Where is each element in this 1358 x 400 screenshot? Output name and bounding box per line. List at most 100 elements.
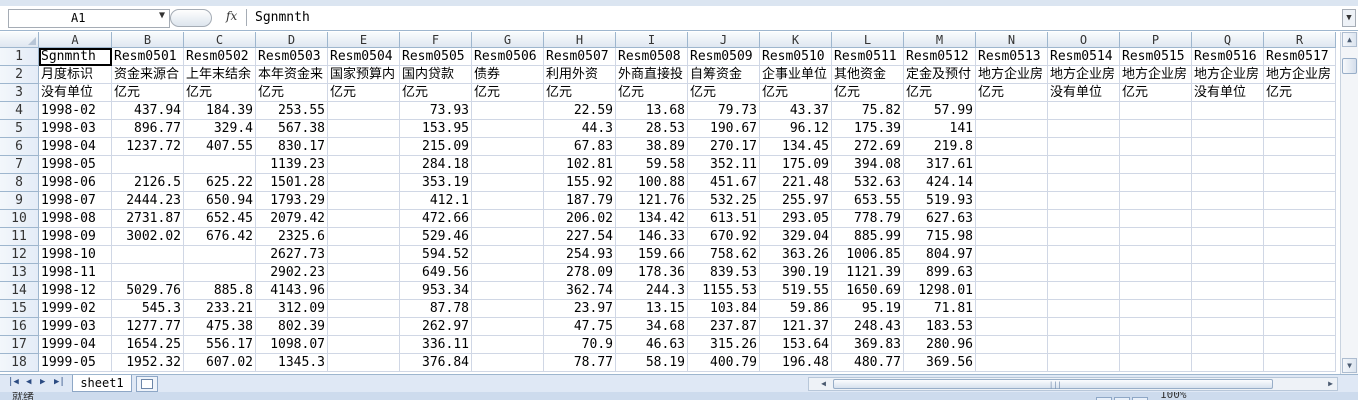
chevron-down-icon[interactable]: ▼ (159, 10, 165, 21)
table-cell[interactable]: 1952.32 (112, 354, 184, 372)
table-cell[interactable] (1120, 300, 1192, 318)
table-cell[interactable]: 627.63 (904, 210, 976, 228)
table-cell[interactable] (1264, 192, 1336, 210)
table-cell[interactable] (472, 246, 544, 264)
table-cell[interactable]: 本年资金来 (256, 66, 328, 84)
table-cell[interactable]: 1998-08 (39, 210, 112, 228)
select-all-corner[interactable] (0, 32, 39, 48)
table-cell[interactable]: 153.95 (400, 120, 472, 138)
insert-sheet-icon[interactable] (136, 376, 158, 392)
table-cell[interactable] (1264, 138, 1336, 156)
table-cell[interactable] (1120, 192, 1192, 210)
table-cell[interactable] (1192, 138, 1264, 156)
table-cell[interactable] (1048, 120, 1120, 138)
table-cell[interactable] (976, 318, 1048, 336)
table-cell[interactable]: 亿元 (472, 84, 544, 102)
table-cell[interactable]: 134.42 (616, 210, 688, 228)
table-cell[interactable] (472, 156, 544, 174)
table-cell[interactable] (1048, 210, 1120, 228)
table-cell[interactable] (328, 138, 400, 156)
table-cell[interactable] (1048, 282, 1120, 300)
table-cell[interactable] (1120, 138, 1192, 156)
table-cell[interactable] (1192, 228, 1264, 246)
table-cell[interactable]: 73.93 (400, 102, 472, 120)
table-cell[interactable] (112, 264, 184, 282)
table-cell[interactable]: 376.84 (400, 354, 472, 372)
table-cell[interactable]: 亿元 (688, 84, 760, 102)
table-cell[interactable]: 1277.77 (112, 318, 184, 336)
table-cell[interactable]: 38.89 (616, 138, 688, 156)
table-cell[interactable]: 地方企业房 (1264, 66, 1336, 84)
table-cell[interactable]: 亿元 (1264, 84, 1336, 102)
table-cell[interactable]: 532.63 (832, 174, 904, 192)
row-header[interactable]: 3 (0, 84, 39, 102)
first-sheet-icon[interactable]: |◀ (8, 377, 19, 387)
table-cell[interactable]: 1155.53 (688, 282, 760, 300)
table-cell[interactable] (976, 102, 1048, 120)
table-cell[interactable] (1264, 300, 1336, 318)
table-cell[interactable] (976, 174, 1048, 192)
table-cell[interactable]: 141 (904, 120, 976, 138)
table-cell[interactable] (1048, 300, 1120, 318)
row-header[interactable]: 4 (0, 102, 39, 120)
table-cell[interactable]: 其他资金 (832, 66, 904, 84)
table-cell[interactable]: 资金来源合 (112, 66, 184, 84)
column-header[interactable]: A (39, 32, 112, 48)
table-cell[interactable]: 237.87 (688, 318, 760, 336)
table-cell[interactable]: 71.81 (904, 300, 976, 318)
table-cell[interactable]: Sgnmnth (39, 48, 112, 66)
table-cell[interactable]: 95.19 (832, 300, 904, 318)
table-cell[interactable]: 1999-04 (39, 336, 112, 354)
table-cell[interactable]: 652.45 (184, 210, 256, 228)
table-cell[interactable] (472, 192, 544, 210)
table-cell[interactable]: 23.97 (544, 300, 616, 318)
table-cell[interactable]: 57.99 (904, 102, 976, 120)
table-cell[interactable]: 地方企业房 (976, 66, 1048, 84)
table-cell[interactable]: 219.8 (904, 138, 976, 156)
table-cell[interactable]: 44.3 (544, 120, 616, 138)
table-cell[interactable] (1264, 210, 1336, 228)
table-cell[interactable]: 国内贷款 (400, 66, 472, 84)
table-cell[interactable]: 255.97 (760, 192, 832, 210)
table-cell[interactable]: 1998-10 (39, 246, 112, 264)
table-cell[interactable] (1120, 210, 1192, 228)
table-cell[interactable] (472, 300, 544, 318)
table-cell[interactable] (1192, 210, 1264, 228)
table-cell[interactable]: 1999-03 (39, 318, 112, 336)
table-cell[interactable]: 519.55 (760, 282, 832, 300)
column-header[interactable]: B (112, 32, 184, 48)
table-cell[interactable] (328, 246, 400, 264)
table-cell[interactable]: 1998-09 (39, 228, 112, 246)
spreadsheet-grid[interactable]: A B C D E F G H I J K L M N O P Q R 1 Sgnmnth Resm0501 Resm05… (0, 32, 1340, 374)
table-cell[interactable]: 2444.23 (112, 192, 184, 210)
table-cell[interactable]: 804.97 (904, 246, 976, 264)
table-cell[interactable]: 2126.5 (112, 174, 184, 192)
table-cell[interactable] (1264, 264, 1336, 282)
table-cell[interactable] (472, 228, 544, 246)
table-cell[interactable]: 196.48 (760, 354, 832, 372)
table-cell[interactable]: 134.45 (760, 138, 832, 156)
table-cell[interactable] (472, 138, 544, 156)
name-box[interactable]: A1 ▼ (8, 9, 170, 28)
column-header[interactable]: C (184, 32, 256, 48)
table-cell[interactable]: 248.43 (832, 318, 904, 336)
row-header[interactable]: 7 (0, 156, 39, 174)
table-cell[interactable] (1192, 300, 1264, 318)
table-cell[interactable]: 121.37 (760, 318, 832, 336)
table-cell[interactable] (112, 246, 184, 264)
row-header[interactable]: 12 (0, 246, 39, 264)
table-cell[interactable]: 153.64 (760, 336, 832, 354)
table-cell[interactable] (1192, 192, 1264, 210)
table-cell[interactable] (1048, 174, 1120, 192)
table-cell[interactable]: 1654.25 (112, 336, 184, 354)
table-cell[interactable]: 国家预算内 (328, 66, 400, 84)
table-cell[interactable] (1120, 264, 1192, 282)
table-cell[interactable]: 227.54 (544, 228, 616, 246)
table-cell[interactable]: 758.62 (688, 246, 760, 264)
table-cell[interactable]: 839.53 (688, 264, 760, 282)
table-cell[interactable]: 34.68 (616, 318, 688, 336)
table-cell[interactable]: 103.84 (688, 300, 760, 318)
table-cell[interactable] (976, 282, 1048, 300)
table-cell[interactable]: 67.83 (544, 138, 616, 156)
table-cell[interactable]: 899.63 (904, 264, 976, 282)
